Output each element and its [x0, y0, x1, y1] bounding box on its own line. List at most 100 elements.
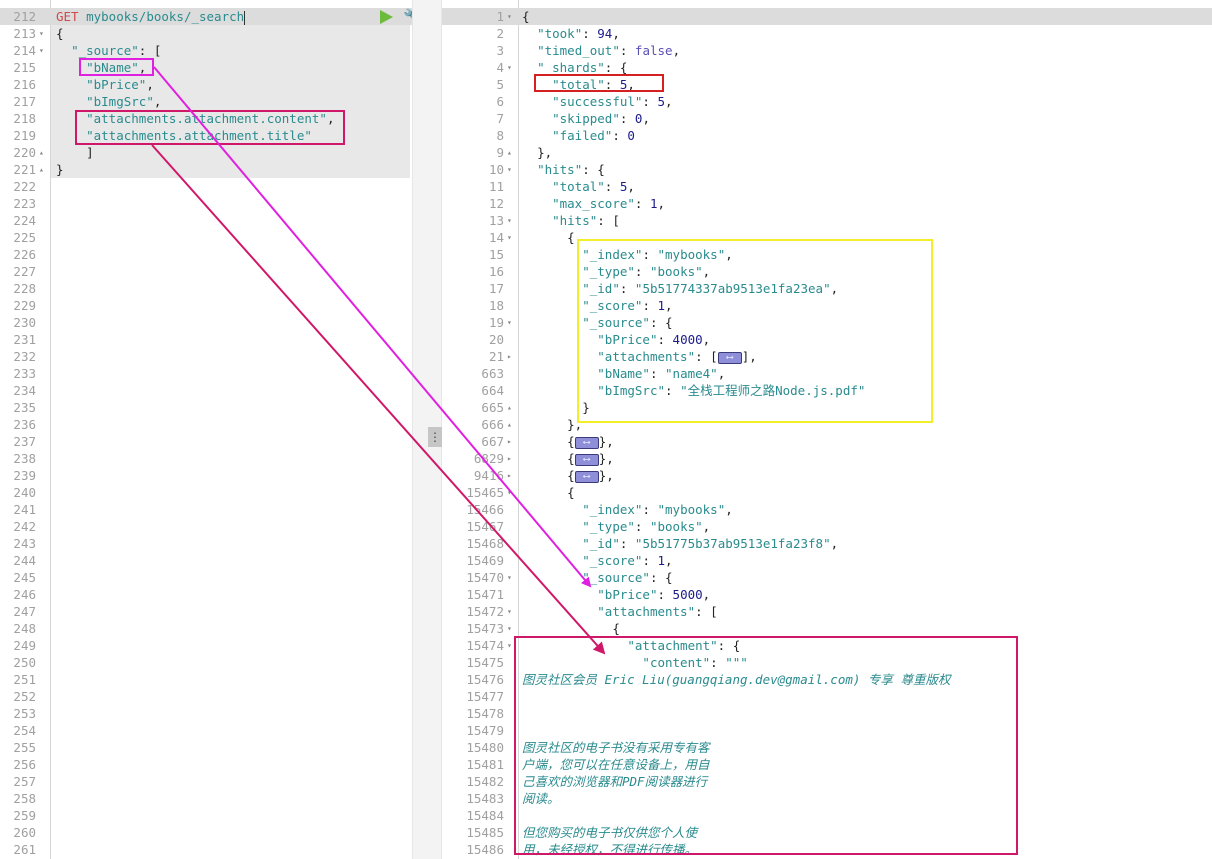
line-number: 8	[496, 128, 504, 143]
play-icon[interactable]	[380, 10, 393, 24]
editor-line[interactable]: 254	[0, 722, 412, 739]
editor-line[interactable]: 231	[0, 331, 412, 348]
editor-line[interactable]: 257	[0, 773, 412, 790]
editor-line[interactable]: 236	[0, 416, 412, 433]
editor-line[interactable]: 245	[0, 569, 412, 586]
json-text: {	[522, 620, 620, 637]
editor-line[interactable]: 241	[0, 501, 412, 518]
editor-line[interactable]: 227	[0, 263, 412, 280]
fold-toggle-icon[interactable]: ▾	[507, 603, 512, 620]
fold-toggle-icon[interactable]: ▴	[39, 161, 44, 178]
json-text: "attachments": [	[522, 603, 717, 620]
editor-line[interactable]: 225	[0, 229, 412, 246]
editor-line[interactable]: 240	[0, 484, 412, 501]
fold-toggle-icon[interactable]: ▾	[507, 314, 512, 331]
fold-toggle-icon[interactable]: ▴	[507, 144, 512, 161]
fold-toggle-icon[interactable]: ▾	[507, 484, 512, 501]
editor-line[interactable]: 259	[0, 807, 412, 824]
editor-line[interactable]: 214 ▾ "_source": [	[0, 42, 412, 59]
editor-line[interactable]: 243	[0, 535, 412, 552]
request-editor[interactable]: 212 GET mybooks/books/_search 213 ▾ {214 ▾ "_…	[0, 0, 412, 859]
editor-line[interactable]: 217 "bImgSrc",	[0, 93, 412, 110]
collapsed-object-button[interactable]	[574, 434, 599, 451]
fold-toggle-icon[interactable]: ▾	[507, 229, 512, 246]
fold-toggle-icon[interactable]: ▾	[507, 620, 512, 637]
line-number: 15465	[466, 485, 504, 500]
editor-line[interactable]: 219 "attachments.attachment.title"	[0, 127, 412, 144]
editor-line[interactable]: 242	[0, 518, 412, 535]
editor-line[interactable]: 220 ▴ ]	[0, 144, 412, 161]
fold-toggle-icon[interactable]: ▾	[507, 59, 512, 76]
editor-line[interactable]: 213 ▾ {	[0, 25, 412, 42]
editor-line[interactable]: 232	[0, 348, 412, 365]
editor-line[interactable]: 250	[0, 654, 412, 671]
fold-toggle-icon[interactable]: ▾	[39, 42, 44, 59]
response-line: 15486 用，未经授权，不得进行传播。	[442, 841, 1212, 858]
editor-line[interactable]: 237	[0, 433, 412, 450]
editor-line[interactable]: 234	[0, 382, 412, 399]
line-number: 240	[13, 485, 36, 500]
editor-line[interactable]: 212 GET mybooks/books/_search	[0, 8, 412, 25]
collapsed-object-button[interactable]	[574, 451, 599, 468]
editor-line[interactable]: 226	[0, 246, 412, 263]
fold-toggle-icon[interactable]: ▸	[507, 467, 512, 484]
editor-line[interactable]: 239	[0, 467, 412, 484]
fold-toggle-icon[interactable]: ▴	[507, 416, 512, 433]
wrench-icon[interactable]: 🔧	[403, 8, 412, 26]
editor-line[interactable]: 258	[0, 790, 412, 807]
editor-line[interactable]: 228	[0, 280, 412, 297]
fold-toggle-icon[interactable]: ▴	[507, 399, 512, 416]
json-key: "max_score"	[552, 196, 635, 211]
fold-toggle-icon[interactable]: ▸	[507, 348, 512, 365]
vertical-ellipsis-icon[interactable]: ⋮	[428, 427, 442, 447]
editor-line[interactable]: 260	[0, 824, 412, 841]
editor-line[interactable]: 216 "bPrice",	[0, 76, 412, 93]
collapsed-object-button[interactable]	[574, 468, 599, 485]
json-key: "_id"	[582, 281, 620, 296]
json-text: "_id": "5b51775b37ab9513e1fa23f8",	[522, 535, 838, 552]
editor-line[interactable]: 229	[0, 297, 412, 314]
code-text: "bPrice",	[56, 76, 154, 93]
fold-toggle-icon[interactable]: ▾	[507, 212, 512, 229]
collapsed-array-button[interactable]	[717, 349, 742, 366]
response-line: 21▸ "attachments": [],	[442, 348, 1212, 366]
editor-line[interactable]: 230	[0, 314, 412, 331]
fold-toggle-icon[interactable]: ▾	[39, 25, 44, 42]
editor-line[interactable]: 256	[0, 756, 412, 773]
editor-line[interactable]: 261	[0, 841, 412, 858]
editor-line[interactable]: 222	[0, 178, 412, 195]
fold-toggle-icon[interactable]: ▸	[507, 433, 512, 450]
editor-line[interactable]: 238	[0, 450, 412, 467]
editor-line[interactable]: 221 ▴}	[0, 161, 412, 178]
editor-line[interactable]: 246	[0, 586, 412, 603]
editor-line[interactable]: 249	[0, 637, 412, 654]
punct-token: {	[612, 621, 620, 636]
response-line: 14 ▾ {	[442, 229, 1212, 246]
editor-line[interactable]: 215 "bName",	[0, 59, 412, 76]
json-key: "bImgSrc"	[597, 383, 665, 398]
line-number: 257	[13, 774, 36, 789]
editor-line[interactable]: 244	[0, 552, 412, 569]
json-value: 1	[649, 196, 658, 211]
response-viewer[interactable]: 1 ▾{2 "took": 94, 3 "timed_out": false, 4 ▾ …	[442, 0, 1212, 859]
fold-toggle-icon[interactable]: ▾	[507, 8, 512, 25]
fold-toggle-icon[interactable]: ▾	[507, 161, 512, 178]
editor-line[interactable]: 247	[0, 603, 412, 620]
editor-line[interactable]: 223	[0, 195, 412, 212]
json-key: "successful"	[552, 94, 643, 109]
fold-toggle-icon[interactable]: ▸	[507, 450, 512, 467]
editor-line[interactable]: 253	[0, 705, 412, 722]
fold-toggle-icon[interactable]: ▴	[39, 144, 44, 161]
editor-line[interactable]: 252	[0, 688, 412, 705]
editor-line[interactable]: 255	[0, 739, 412, 756]
editor-line[interactable]: 218 "attachments.attachment.content",	[0, 110, 412, 127]
editor-line[interactable]: 248	[0, 620, 412, 637]
fold-toggle-icon[interactable]: ▾	[507, 637, 512, 654]
fold-toggle-icon[interactable]: ▾	[507, 569, 512, 586]
line-number: 237	[13, 434, 36, 449]
editor-line[interactable]: 235	[0, 399, 412, 416]
editor-line[interactable]: 251	[0, 671, 412, 688]
editor-line[interactable]: 233	[0, 365, 412, 382]
line-number: 15469	[466, 553, 504, 568]
editor-line[interactable]: 224	[0, 212, 412, 229]
